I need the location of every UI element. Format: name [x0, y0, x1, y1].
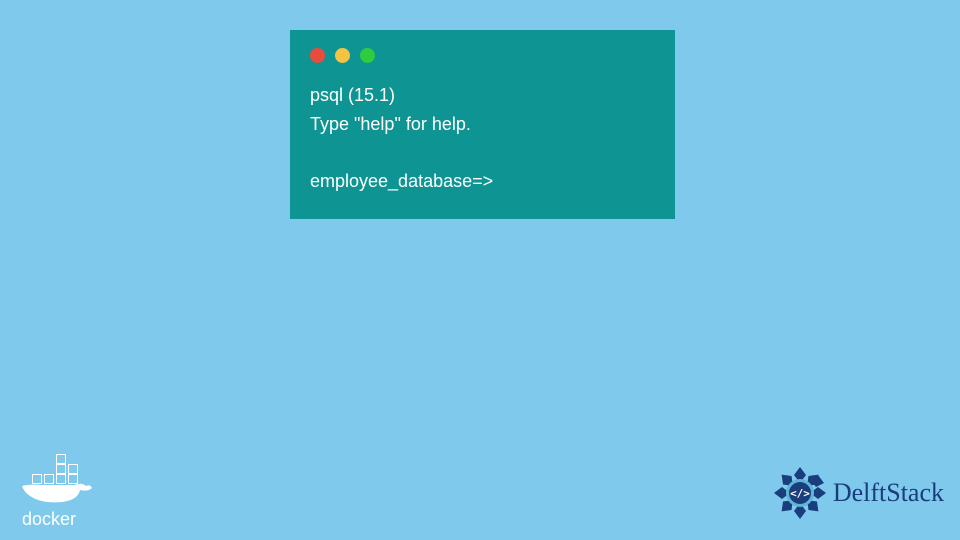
delftstack-logo: </> DelftStack — [771, 464, 944, 522]
delftstack-label: DelftStack — [833, 478, 944, 508]
docker-whale-icon — [22, 482, 94, 506]
docker-label: docker — [22, 509, 94, 530]
docker-containers-icon — [32, 454, 94, 484]
docker-logo: docker — [22, 454, 94, 530]
close-icon[interactable] — [310, 48, 325, 63]
minimize-icon[interactable] — [335, 48, 350, 63]
terminal-output-line: psql (15.1) — [310, 81, 655, 110]
terminal-blank-line — [310, 139, 655, 167]
terminal-window: psql (15.1) Type "help" for help. employ… — [290, 30, 675, 219]
terminal-prompt: employee_database=> — [310, 167, 655, 196]
window-traffic-lights — [310, 48, 655, 63]
terminal-output-line: Type "help" for help. — [310, 110, 655, 139]
svg-text:</>: </> — [790, 487, 810, 500]
terminal-content[interactable]: psql (15.1) Type "help" for help. employ… — [310, 81, 655, 195]
maximize-icon[interactable] — [360, 48, 375, 63]
delftstack-mandala-icon: </> — [771, 464, 829, 522]
